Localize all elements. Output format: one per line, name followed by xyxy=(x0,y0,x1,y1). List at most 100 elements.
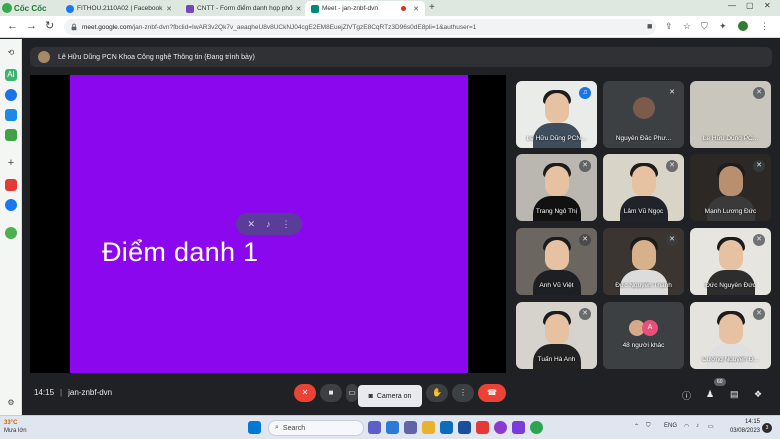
url-path: /jan-znbf-dvn?fbclid=IwAR3v2Qk7v_aeaqheU… xyxy=(131,23,477,31)
minimize-icon[interactable]: — xyxy=(728,1,736,10)
weather-temp: 33°C xyxy=(4,420,18,426)
volume-icon[interactable]: ♪ xyxy=(266,219,271,229)
forward-icon[interactable]: → xyxy=(26,20,37,32)
participant-tile[interactable]: ✕ Trang Ngô Thị xyxy=(516,154,597,221)
camera-toggle-button[interactable]: ■ xyxy=(320,384,342,402)
participant-name: Lê Hữu Dũng PC... xyxy=(702,135,759,142)
browser-toolbar: ← → ↻ meet.google.com/jan-znbf-dvn?fbcli… xyxy=(0,16,780,38)
chart-app-icon[interactable] xyxy=(5,109,17,121)
browser-logo[interactable]: Cốc Cốc xyxy=(2,1,54,15)
meeting-details-icon[interactable]: ⓘ xyxy=(682,389,691,402)
others-avatars: A xyxy=(603,320,684,336)
mic-off-icon: ✕ xyxy=(579,234,591,246)
others-count-label: 48 người khác xyxy=(622,342,665,349)
clock-date: 03/08/2023 xyxy=(729,428,760,434)
reload-icon[interactable]: ↻ xyxy=(45,20,54,32)
add-sidebar-app-icon[interactable]: + xyxy=(5,157,17,169)
participant-tile[interactable]: ✕ Nguyễn Đắc Phư... xyxy=(603,81,684,148)
volume-icon[interactable]: ♪ xyxy=(696,423,699,429)
participant-tile[interactable]: ✕ Đức Nguyễn Thanh xyxy=(603,228,684,295)
close-tab-icon[interactable]: ✕ xyxy=(296,5,302,13)
mic-off-icon: ✕ xyxy=(753,234,765,246)
weather-desc: Mưa lớn xyxy=(4,428,27,434)
participant-name: Đức Nguyễn Thanh xyxy=(615,282,672,289)
teams-icon[interactable] xyxy=(404,421,417,434)
search-icon: ⌕ xyxy=(275,424,279,431)
maximize-icon[interactable]: ▢ xyxy=(746,1,754,10)
close-tab-icon[interactable]: ✕ xyxy=(413,5,419,13)
weather-widget[interactable]: 33°C Mưa lớn xyxy=(4,419,27,435)
participant-tile[interactable]: ✕ Lâm Vũ Ngọc xyxy=(603,154,684,221)
mic-off-icon: ✕ xyxy=(579,308,591,320)
windows-start-icon[interactable] xyxy=(248,421,261,434)
share-icon[interactable]: ⇪ xyxy=(665,21,673,31)
mic-off-icon[interactable]: ✕ xyxy=(247,219,255,230)
people-icon[interactable]: ♟ xyxy=(706,389,714,400)
clock-time: 14:15 xyxy=(744,419,760,425)
history-icon[interactable]: ⟲ xyxy=(5,47,17,59)
extensions-icon[interactable]: ✦ xyxy=(719,21,727,31)
tray-chevron-icon[interactable]: ⌃ xyxy=(634,423,639,430)
bookmark-star-icon[interactable]: ☆ xyxy=(683,21,691,31)
language-indicator[interactable]: ENG xyxy=(664,423,677,429)
games-icon[interactable] xyxy=(5,129,17,141)
participant-tile[interactable]: ✕ Đức Nguyễn Đức xyxy=(690,228,771,295)
presentation-controls: ✕ ♪ ⋮ xyxy=(236,213,302,235)
messenger-icon[interactable] xyxy=(5,89,17,101)
more-options-button[interactable]: ⋮ xyxy=(452,384,474,402)
close-window-icon[interactable]: ✕ xyxy=(764,1,771,10)
participant-tile-others[interactable]: A 48 người khác xyxy=(603,302,684,369)
address-bar[interactable]: meet.google.com/jan-znbf-dvn?fbclid=IwAR… xyxy=(64,19,656,35)
notification-badge[interactable]: 3 xyxy=(762,423,772,433)
chat-icon[interactable]: ▤ xyxy=(730,389,739,400)
security-icon[interactable]: ⛉ xyxy=(646,423,651,430)
ai-assistant-icon[interactable]: AI xyxy=(5,69,17,81)
participant-tile[interactable]: ✕ Lê Hữu Dũng PC... xyxy=(690,81,771,148)
messenger-taskbar-icon[interactable] xyxy=(494,421,507,434)
store-icon[interactable] xyxy=(458,421,471,434)
participant-avatar: A xyxy=(642,320,658,336)
battery-icon[interactable]: ▭ xyxy=(708,423,714,430)
edge-icon[interactable] xyxy=(440,421,453,434)
youtube-icon[interactable] xyxy=(5,179,17,191)
menu-icon[interactable]: ⋮ xyxy=(760,21,769,31)
extension-sidebar-icon[interactable] xyxy=(5,227,17,239)
participant-name: Trang Ngô Thị xyxy=(535,208,578,215)
tab-meet[interactable]: Meet - jan-znbf-dvn ✕ xyxy=(305,1,425,16)
captions-button[interactable]: ▭ xyxy=(346,384,358,402)
participant-tile[interactable]: ✕ Anh Vũ Việt xyxy=(516,228,597,295)
wifi-icon[interactable]: ◠ xyxy=(684,423,689,430)
meeting-info: 14:15 | jan-znbf-dvn xyxy=(34,388,113,397)
url-host: meet.google.com xyxy=(82,23,132,31)
tab-facebook[interactable]: FITHOU.2110A02 | Facebook ✕ xyxy=(60,1,178,16)
leave-call-button[interactable]: ☎ xyxy=(478,384,506,402)
mic-toggle-button[interactable]: ✕ xyxy=(294,384,316,402)
camera-permission-icon[interactable]: ■ xyxy=(647,21,652,31)
shield-icon[interactable]: ⛉ xyxy=(701,21,708,31)
facebook-sidebar-icon[interactable] xyxy=(5,199,17,211)
participant-tile[interactable]: ✕ Tuấn Hà Anh xyxy=(516,302,597,369)
widgets-icon[interactable] xyxy=(386,421,399,434)
tab-forms[interactable]: CNTT - Form điểm danh họp phố ✕ xyxy=(180,1,304,16)
sidebar-settings-icon[interactable]: ⚙ xyxy=(5,397,17,409)
more-options-icon[interactable]: ⋮ xyxy=(282,219,291,230)
participant-tile[interactable]: ✕ Mạnh Lương Đức xyxy=(690,154,771,221)
taskview-icon[interactable] xyxy=(368,421,381,434)
file-explorer-icon[interactable] xyxy=(422,421,435,434)
new-tab-button[interactable]: + xyxy=(429,2,435,13)
participant-tile[interactable]: ♫ Lê Hữu Dũng PCN... xyxy=(516,81,597,148)
activities-icon[interactable]: ❖ xyxy=(754,389,762,400)
back-icon[interactable]: ← xyxy=(7,20,18,32)
participant-name: Lê Hữu Dũng PCN... xyxy=(526,135,587,142)
presentation-stage[interactable]: ✕ ♪ ⋮ Điểm danh 1 xyxy=(30,75,506,373)
participant-tile[interactable]: ✕ Cường Nguyễn Đ... xyxy=(690,302,771,369)
close-tab-icon[interactable]: ✕ xyxy=(166,5,172,13)
taskbar-clock[interactable]: 14:15 03/08/2023 xyxy=(720,418,760,436)
camera-icon: ◙ xyxy=(368,392,373,400)
profile-avatar[interactable] xyxy=(738,21,748,31)
app-icon[interactable] xyxy=(512,421,525,434)
app-icon[interactable] xyxy=(476,421,489,434)
coccoc-taskbar-icon[interactable] xyxy=(530,421,543,434)
taskbar-search[interactable]: ⌕ Search xyxy=(268,420,364,436)
raise-hand-button[interactable]: ✋ xyxy=(426,384,448,402)
